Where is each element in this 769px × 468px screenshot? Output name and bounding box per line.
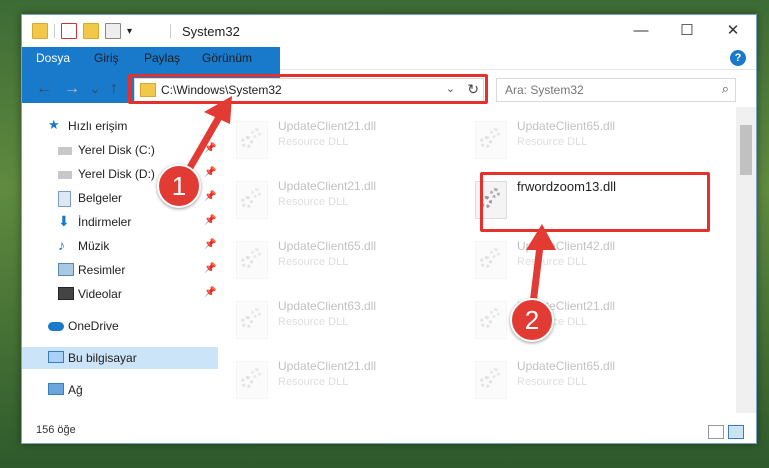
step-badge-2: 2 bbox=[510, 298, 554, 342]
step-badge-1: 1 bbox=[157, 164, 201, 208]
annotation-arrows bbox=[180, 96, 556, 316]
arrow-2-head bbox=[526, 224, 556, 250]
